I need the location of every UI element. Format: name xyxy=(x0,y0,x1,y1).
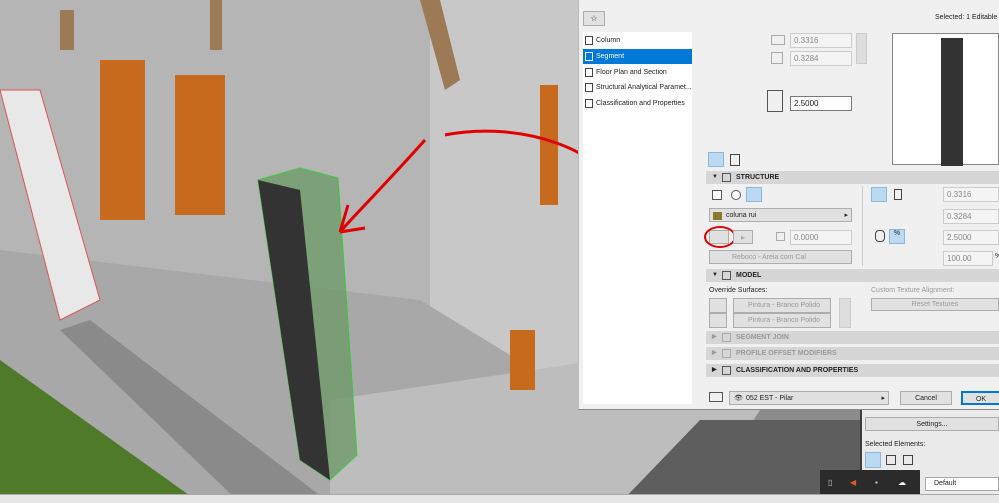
straight-column-button[interactable] xyxy=(871,187,887,202)
selected-profile-icon[interactable] xyxy=(903,455,913,465)
floor-plan-icon xyxy=(585,68,593,77)
top-depth-field[interactable]: 0.3284 xyxy=(790,51,852,66)
classification-icon xyxy=(585,99,593,108)
surface1-name: Pintura - Branco Polido xyxy=(748,302,820,309)
segment-icon xyxy=(585,52,593,61)
veneer-material-name: Reboco - Areia com Cal xyxy=(732,254,806,261)
depth-field[interactable]: 0.3284 xyxy=(943,209,999,224)
surface2-name: Pintura - Branco Polido xyxy=(748,317,820,324)
network-icon[interactable]: ▪ xyxy=(875,478,878,487)
annotation-circle xyxy=(704,226,736,248)
collapsed-icon: ▶ xyxy=(712,367,717,373)
column-preview xyxy=(941,38,963,166)
structural-icon xyxy=(585,83,593,92)
divider xyxy=(862,186,863,266)
roof-beam xyxy=(210,0,222,50)
segment-join-icon xyxy=(722,333,731,342)
classification-icon xyxy=(722,366,731,375)
selected-elements-label: Selected Elements: xyxy=(865,441,926,448)
cloud-icon[interactable]: ☁ xyxy=(898,478,906,487)
rectangle-shape-button[interactable] xyxy=(712,190,722,200)
top-width-field[interactable]: 0.3316 xyxy=(790,33,852,48)
column-icon xyxy=(585,36,593,45)
hatch-icon xyxy=(722,173,731,182)
settings-button[interactable]: Settings... xyxy=(865,417,999,431)
width-icon xyxy=(771,35,785,45)
building-material-select[interactable]: coluna rui ▸ xyxy=(709,208,852,222)
status-bar xyxy=(0,494,999,503)
collapsed-icon: ▶ xyxy=(712,350,717,356)
expand-icon: ▼ xyxy=(712,174,718,180)
selected-column-element-button[interactable] xyxy=(865,452,881,468)
width-field[interactable]: 0.3316 xyxy=(943,187,999,202)
layer-select[interactable]: 👁 052 EST - Pilar ▸ xyxy=(729,391,889,405)
layer-icon xyxy=(709,392,723,402)
tray-icon[interactable]: ▯ xyxy=(828,478,832,487)
veneer-menu-button[interactable]: ▸ xyxy=(733,230,753,244)
door xyxy=(100,60,145,220)
veneer-thickness-field[interactable]: 0.0000 xyxy=(790,230,852,245)
veneer-icon xyxy=(776,232,785,241)
surface1-override-toggle[interactable] xyxy=(709,298,727,313)
surface2-override-toggle[interactable] xyxy=(709,313,727,328)
surface1-select[interactable]: Pintura - Branco Polido xyxy=(733,298,831,313)
cancel-button[interactable]: Cancel xyxy=(900,391,952,405)
layer-name: 052 EST - Pilar xyxy=(746,395,794,402)
nav-label: Floor Plan and Section xyxy=(596,69,667,76)
circle-shape-button[interactable] xyxy=(731,190,741,200)
section-segment-join[interactable]: ▶ SEGMENT JOIN xyxy=(706,331,999,344)
section-structure[interactable]: ▼ STRUCTURE xyxy=(706,171,999,184)
collapsed-icon: ▶ xyxy=(712,334,717,340)
profile-shape-button[interactable] xyxy=(746,187,762,202)
profile-offset-icon xyxy=(722,349,731,358)
tapered-column-button[interactable] xyxy=(894,189,902,200)
column-type-button[interactable] xyxy=(708,152,724,167)
selected-element-icon[interactable] xyxy=(886,455,896,465)
selected-count: Selected: 1 Editable xyxy=(935,14,998,21)
reset-textures-button[interactable]: Reset Textures xyxy=(871,298,999,311)
percent-unit: % xyxy=(995,253,999,260)
depth-icon xyxy=(771,52,783,64)
texture-alignment-label: Custom Texture Alignment: xyxy=(871,287,955,294)
nav-label: Column xyxy=(596,37,621,44)
height-icon xyxy=(767,90,783,112)
chevron-right-icon: ▸ xyxy=(881,395,885,402)
surface2-select[interactable]: Pintura - Branco Polido xyxy=(733,313,831,328)
veneer-material-select[interactable]: Reboco - Areia com Cal xyxy=(709,250,852,264)
nav-label: Segment xyxy=(596,53,625,60)
nav-floor-plan[interactable]: Floor Plan and Section xyxy=(583,65,692,80)
eye-icon: 👁 xyxy=(734,395,743,402)
section-model[interactable]: ▼ MODEL xyxy=(706,269,999,282)
height-field-structure[interactable]: 2.5000 xyxy=(943,230,999,245)
surface-link-button[interactable] xyxy=(839,298,851,328)
section-classification[interactable]: ▶ CLASSIFICATION AND PROPERTIES xyxy=(706,364,999,377)
nav-label: Structural Analytical Paramet... xyxy=(596,84,692,91)
override-surfaces-label: Override Surfaces: xyxy=(709,287,768,294)
height-field[interactable]: 2.5000 xyxy=(790,96,852,111)
nav-label: Classification and Properties xyxy=(596,100,685,107)
nav-structural[interactable]: Structural Analytical Paramet... xyxy=(583,80,692,95)
expand-icon: ▼ xyxy=(712,272,718,278)
window xyxy=(175,75,225,215)
model-icon xyxy=(722,271,731,280)
link-icon[interactable] xyxy=(856,33,867,64)
column-profile-button[interactable] xyxy=(730,154,740,166)
ok-button[interactable]: OK xyxy=(961,391,999,405)
speaker-icon[interactable]: ◀ xyxy=(850,478,856,487)
chevron-right-icon: ▸ xyxy=(844,212,848,219)
material-swatch xyxy=(713,212,722,220)
section-profile-offset[interactable]: ▶ PROFILE OFFSET MODIFIERS xyxy=(706,347,999,360)
nav-classification[interactable]: Classification and Properties xyxy=(583,96,692,111)
material-name: coluna rui xyxy=(726,212,757,219)
lock-icon xyxy=(875,230,885,242)
percent-field[interactable]: 100.00 xyxy=(943,251,993,266)
default-select[interactable]: Default xyxy=(925,477,999,491)
favorites-button[interactable]: ☆ xyxy=(583,11,605,26)
percent-toggle[interactable]: % xyxy=(889,229,905,244)
nav-column[interactable]: Column xyxy=(583,33,692,48)
preview-panel xyxy=(892,33,999,166)
nav-segment[interactable]: Segment xyxy=(583,49,692,64)
